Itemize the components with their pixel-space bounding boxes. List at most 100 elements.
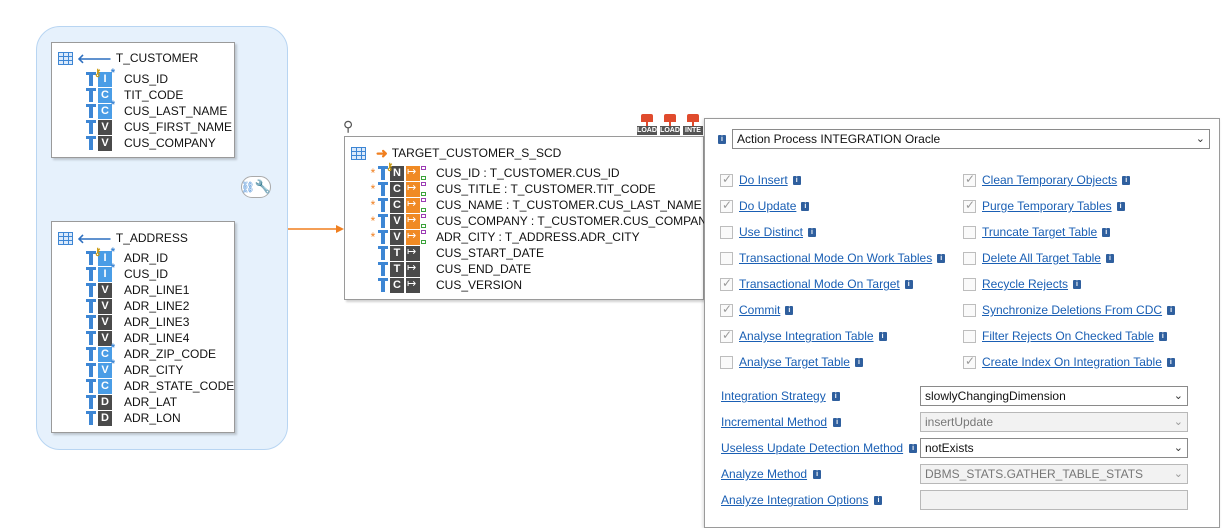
option-label[interactable]: Use Distinct <box>739 225 803 239</box>
field-label-link[interactable]: Incremental Method <box>721 415 827 429</box>
option-label[interactable]: Do Update <box>739 199 796 213</box>
column-row[interactable]: I CUS_ID <box>85 67 168 87</box>
option-label[interactable]: Delete All Target Table <box>982 251 1101 265</box>
option-create-index-on-integration-table[interactable]: Create Index On Integration Table i <box>963 354 1175 370</box>
join-node[interactable]: ⛓ 🔧 <box>241 176 271 198</box>
mandatory-marker: * <box>370 166 376 180</box>
option-use-distinct[interactable]: Use Distinct i <box>720 224 817 240</box>
option-synchronize-deletions-from-cdc[interactable]: Synchronize Deletions From CDC i <box>963 302 1176 318</box>
option-commit[interactable]: Commiti <box>720 302 794 318</box>
checkbox[interactable] <box>963 198 976 213</box>
column-key-icon <box>85 314 97 330</box>
mapping-row[interactable]: * C CUS_NAME : T_CUSTOMER.CUS_LAST_NAME <box>369 197 702 213</box>
mapping-row[interactable]: C CUS_VERSION <box>369 277 522 293</box>
column-row[interactable]: V ADR_LINE4 <box>85 330 189 346</box>
checkbox[interactable] <box>963 354 976 369</box>
field-select[interactable]: slowlyChangingDimension ⌄ <box>920 386 1188 406</box>
mapping-row[interactable]: T CUS_START_DATE <box>369 245 544 261</box>
checkbox[interactable] <box>720 328 733 343</box>
option-label[interactable]: Transactional Mode On Target <box>739 277 900 291</box>
column-row[interactable]: C CUS_LAST_NAME <box>85 99 227 119</box>
column-row[interactable]: V ADR_LINE2 <box>85 298 189 314</box>
checkbox[interactable] <box>720 302 733 317</box>
column-type-badge: V <box>98 298 112 314</box>
column-row[interactable]: V ADR_CITY <box>85 358 183 378</box>
option-analyse-integration-table[interactable]: Analyse Integration Table i <box>720 328 887 344</box>
mapping-row[interactable]: * C CUS_TITLE : T_CUSTOMER.TIT_CODE <box>369 181 656 197</box>
option-clean-temporary-objects[interactable]: Clean Temporary Objects i <box>963 172 1131 188</box>
option-transactional-mode-on-work-tables[interactable]: Transactional Mode On Work Tables i <box>720 250 946 266</box>
column-row[interactable]: D ADR_LON <box>85 410 181 426</box>
column-row[interactable]: V ADR_LINE3 <box>85 314 189 330</box>
option-label[interactable]: Analyse Target Table <box>739 355 850 369</box>
mapping-expression: CUS_ID : T_CUSTOMER.CUS_ID <box>436 166 620 180</box>
column-row[interactable]: CADR_ZIP_CODE <box>85 342 216 362</box>
checkbox[interactable] <box>963 225 976 239</box>
column-row[interactable]: C ADR_STATE_CODE <box>85 378 234 394</box>
option-label[interactable]: Filter Rejects On Checked Table <box>982 329 1154 343</box>
load-tag-1[interactable]: LOAD <box>637 114 657 135</box>
option-label[interactable]: Commit <box>739 303 780 317</box>
option-delete-all-target-table[interactable]: Delete All Target Table i <box>963 250 1114 266</box>
option-label[interactable]: Transactional Mode On Work Tables <box>739 251 932 265</box>
checkbox[interactable] <box>963 329 976 343</box>
mapping-flags-icon <box>421 198 426 212</box>
field-label-link[interactable]: Integration Strategy <box>721 389 826 403</box>
option-filter-rejects-on-checked-table[interactable]: Filter Rejects On Checked Table i <box>963 328 1167 344</box>
process-select[interactable]: Action Process INTEGRATION Oracle ⌄ <box>732 129 1210 149</box>
option-transactional-mode-on-target[interactable]: Transactional Mode On Target i <box>720 276 913 292</box>
field-label-link[interactable]: Useless Update Detection Method <box>721 441 903 455</box>
checkbox[interactable] <box>720 198 733 213</box>
checkbox[interactable] <box>963 277 976 291</box>
checkbox[interactable] <box>720 355 733 369</box>
option-label[interactable]: Clean Temporary Objects <box>982 173 1117 187</box>
info-icon: i <box>904 279 913 289</box>
column-row[interactable]: D ADR_LAT <box>85 394 177 410</box>
mapping-flags-icon <box>421 278 426 292</box>
mapping-row[interactable]: * V CUS_COMPANY : T_CUSTOMER.CUS_COMPANY <box>369 213 715 229</box>
t-customer-box[interactable]: 🡐 T_CUSTOMER I CUS_IDCTIT_CODEC CUS_LAST_N… <box>51 42 235 158</box>
load-tag-2[interactable]: LOAD <box>660 114 680 135</box>
checkbox[interactable] <box>963 251 976 265</box>
option-do-insert[interactable]: Do Insert i <box>720 172 801 188</box>
column-row[interactable]: C TIT_CODE <box>85 87 183 103</box>
column-row[interactable]: V ADR_LINE1 <box>85 282 189 298</box>
mapping-row[interactable]: T CUS_END_DATE <box>369 261 531 277</box>
field-label-link[interactable]: Analyze Method <box>721 467 807 481</box>
option-purge-temporary-tables[interactable]: Purge Temporary Tables i <box>963 198 1125 214</box>
option-label[interactable]: Synchronize Deletions From CDC <box>982 303 1162 317</box>
option-do-update[interactable]: Do Update i <box>720 198 810 214</box>
mandatory-marker: * <box>370 214 376 228</box>
search-icon[interactable]: ⚲ <box>343 118 353 135</box>
option-label[interactable]: Truncate Target Table <box>982 225 1097 239</box>
t-address-box[interactable]: 🡐 T_ADDRESS IADR_IDICUS_IDVADR_LINE1VADR… <box>51 221 235 433</box>
option-label[interactable]: Create Index On Integration Table <box>982 355 1162 369</box>
field-label-link[interactable]: Analyze Integration Options <box>721 493 868 507</box>
field-select[interactable]: notExists ⌄ <box>920 438 1188 458</box>
checkbox[interactable] <box>963 172 976 187</box>
column-row[interactable]: V CUS_FIRST_NAME <box>85 119 232 135</box>
column-row[interactable]: I CUS_ID <box>85 262 168 282</box>
option-analyse-target-table[interactable]: Analyse Target Table i <box>720 354 863 370</box>
option-label[interactable]: Analyse Integration Table <box>739 329 874 343</box>
wrench-icon: 🔧 <box>254 179 272 194</box>
column-key-icon <box>377 277 389 293</box>
column-row[interactable]: V CUS_COMPANY <box>85 135 216 151</box>
option-recycle-rejects[interactable]: Recycle Rejects i <box>963 276 1082 292</box>
column-name: ADR_LON <box>124 411 181 425</box>
checkbox[interactable] <box>720 225 733 239</box>
integration-tag[interactable]: INTE <box>683 114 703 135</box>
option-label[interactable]: Purge Temporary Tables <box>982 199 1112 213</box>
option-label[interactable]: Do Insert <box>739 173 788 187</box>
option-truncate-target-table[interactable]: Truncate Target Table i <box>963 224 1111 240</box>
option-label[interactable]: Recycle Rejects <box>982 277 1068 291</box>
checkbox[interactable] <box>720 276 733 291</box>
column-row[interactable]: IADR_ID <box>85 246 168 266</box>
column-type-badge: T <box>390 245 404 261</box>
mapping-row[interactable]: * N CUS_ID : T_CUSTOMER.CUS_ID <box>369 162 620 181</box>
checkbox[interactable] <box>963 303 976 317</box>
checkbox[interactable] <box>720 251 733 265</box>
mapping-row[interactable]: * V ADR_CITY : T_ADDRESS.ADR_CITY <box>369 229 640 245</box>
checkbox[interactable] <box>720 172 733 187</box>
target-box[interactable]: ➜ TARGET_CUSTOMER_S_SCD * N CUS_ID : T_CUS… <box>344 136 715 300</box>
